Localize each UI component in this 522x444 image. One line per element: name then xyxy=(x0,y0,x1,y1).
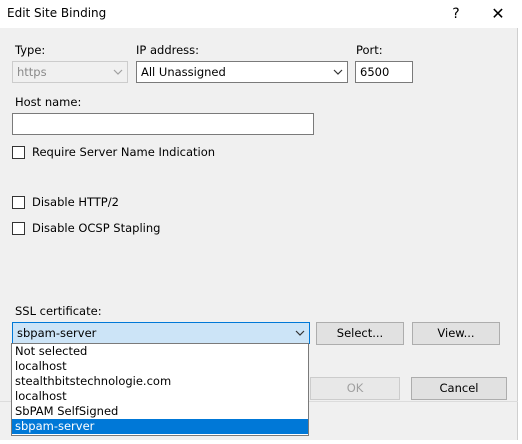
dialog-title: Edit Site Binding xyxy=(7,6,107,20)
port-input[interactable]: 6500 xyxy=(355,61,413,83)
chevron-down-icon xyxy=(332,66,344,78)
host-name-label: Host name: xyxy=(15,95,82,109)
close-button[interactable]: ✕ xyxy=(478,0,518,28)
sni-label: Require Server Name Indication xyxy=(32,145,216,159)
ocsp-checkbox[interactable] xyxy=(12,221,25,235)
http2-label: Disable HTTP/2 xyxy=(32,195,119,209)
chevron-down-icon xyxy=(294,327,306,339)
ssl-certificate-dropdown-list: Not selected localhost stealthbitstechno… xyxy=(11,343,309,436)
type-value: https xyxy=(17,65,47,79)
dropdown-option[interactable]: localhost xyxy=(12,389,308,404)
dropdown-option[interactable]: stealthbitstechnologie.com xyxy=(12,374,308,389)
ok-button[interactable]: OK xyxy=(310,377,400,400)
ocsp-checkbox-row[interactable]: Disable OCSP Stapling xyxy=(12,221,160,235)
ssl-certificate-select[interactable]: sbpam-server xyxy=(12,322,310,344)
ocsp-label: Disable OCSP Stapling xyxy=(32,221,161,235)
host-name-input[interactable] xyxy=(12,113,314,135)
http2-checkbox-row[interactable]: Disable HTTP/2 xyxy=(12,195,119,209)
sni-checkbox[interactable] xyxy=(12,145,25,159)
ssl-certificate-value: sbpam-server xyxy=(17,326,97,340)
chevron-down-icon xyxy=(112,66,124,78)
ip-address-value: All Unassigned xyxy=(141,65,226,79)
ip-address-label: IP address: xyxy=(136,43,200,57)
type-select[interactable]: https xyxy=(12,61,128,83)
dropdown-option[interactable]: SbPAM SelfSigned xyxy=(12,404,308,419)
view-certificate-button[interactable]: View... xyxy=(412,322,500,345)
dropdown-option[interactable]: sbpam-server xyxy=(12,419,308,434)
ssl-certificate-label: SSL certificate: xyxy=(15,304,102,318)
ip-address-select[interactable]: All Unassigned xyxy=(136,61,348,83)
select-certificate-button[interactable]: Select... xyxy=(316,322,404,345)
help-button[interactable]: ? xyxy=(436,0,476,28)
title-bar: Edit Site Binding ? ✕ xyxy=(0,0,518,28)
port-label: Port: xyxy=(356,43,383,57)
edit-site-binding-dialog: Edit Site Binding ? ✕ Type: https IP add… xyxy=(0,0,518,440)
http2-checkbox[interactable] xyxy=(12,195,25,209)
dropdown-option[interactable]: Not selected xyxy=(12,344,308,359)
type-label: Type: xyxy=(15,43,46,57)
cancel-button[interactable]: Cancel xyxy=(411,377,507,400)
dropdown-option[interactable]: localhost xyxy=(12,359,308,374)
sni-checkbox-row[interactable]: Require Server Name Indication xyxy=(12,145,215,159)
